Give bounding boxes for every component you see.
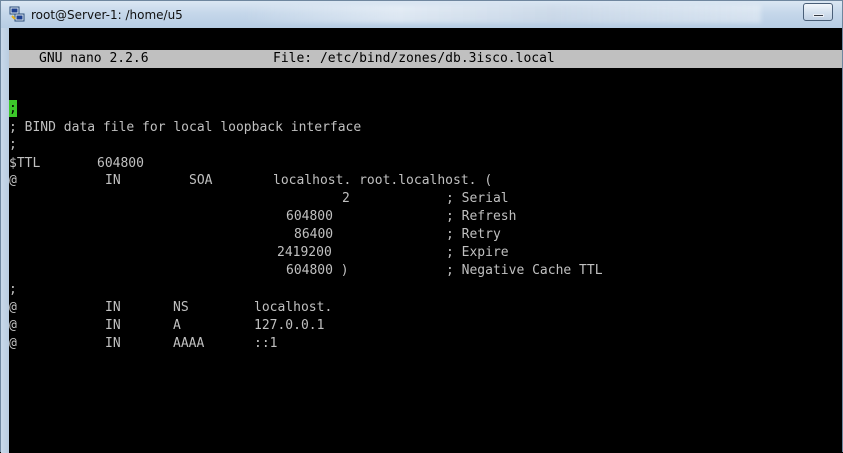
record-data: 127.0.0.1 (254, 318, 325, 333)
editor-line: @ IN SOA localhost. root.localhost. ( (9, 172, 492, 189)
title-bar[interactable]: root@Server-1: /home/u5 (1, 1, 842, 28)
soa-serial-comment: ; Serial (446, 191, 509, 206)
editor-line: ; (9, 282, 17, 297)
editor-line: ; (9, 137, 17, 152)
editor-line: 86400 ; Retry (9, 226, 501, 243)
record-name: @ (9, 173, 17, 188)
ttl-key: $TTL (9, 156, 41, 171)
minimize-icon (813, 14, 824, 17)
nano-header-bar: GNU nano 2.2.6 File: /etc/bind/zones/db.… (9, 50, 842, 68)
terminal-area[interactable]: GNU nano 2.2.6 File: /etc/bind/zones/db.… (9, 28, 842, 453)
editor-line: 2 ; Serial (9, 190, 509, 207)
editor-line: 2419200 ; Expire (9, 244, 509, 261)
editor-line: @ IN AAAA ::1 (9, 335, 277, 352)
editor-line: 604800 ) ; Negative Cache TTL (9, 262, 603, 279)
window-title: root@Server-1: /home/u5 (31, 8, 183, 22)
editor-line: 604800 ; Refresh (9, 208, 516, 225)
soa-negttl-comment: ; Negative Cache TTL (446, 263, 603, 278)
record-type: NS (173, 300, 189, 315)
soa-expire-value: 2419200 (277, 245, 332, 260)
minimize-button[interactable] (803, 3, 833, 21)
soa-retry-comment: ; Retry (446, 227, 501, 242)
record-class: IN (105, 173, 121, 188)
soa-retry-value: 86400 (294, 227, 334, 242)
record-type: A (173, 318, 181, 333)
record-type: SOA (189, 173, 213, 188)
record-data: localhost. (254, 300, 333, 315)
soa-expire-comment: ; Expire (446, 245, 509, 260)
ttl-value: 604800 (97, 156, 144, 171)
soa-refresh-comment: ; Refresh (446, 209, 517, 224)
nano-file-label: File: /etc/bind/zones/db.3isco.local (273, 51, 555, 66)
soa-refresh-value: 604800 (286, 209, 333, 224)
record-data: ::1 (254, 336, 278, 351)
editor-line: @ IN A 127.0.0.1 (9, 317, 324, 334)
record-name: @ (9, 300, 17, 315)
record-class: IN (105, 300, 121, 315)
editor-line: @ IN NS localhost. (9, 299, 332, 316)
window-frame-left (1, 28, 9, 453)
record-data: localhost. root.localhost. ( (273, 173, 493, 188)
editor-line: $TTL 604800 (9, 155, 144, 172)
putty-icon[interactable] (9, 6, 25, 22)
soa-negttl-value: 604800 ) (286, 263, 349, 278)
editor-line: ; (9, 101, 17, 116)
title-bar-glass (241, 5, 761, 23)
soa-serial-value: 2 (342, 191, 350, 206)
nano-version: GNU nano 2.2.6 (39, 51, 149, 66)
editor-line: ; BIND data file for local loopback inte… (9, 120, 362, 135)
record-class: IN (105, 318, 121, 333)
record-name: @ (9, 336, 17, 351)
record-class: IN (105, 336, 121, 351)
record-name: @ (9, 318, 17, 333)
putty-window: root@Server-1: /home/u5 GNU nano 2.2.6 F… (0, 0, 843, 453)
record-type: AAAA (173, 336, 205, 351)
